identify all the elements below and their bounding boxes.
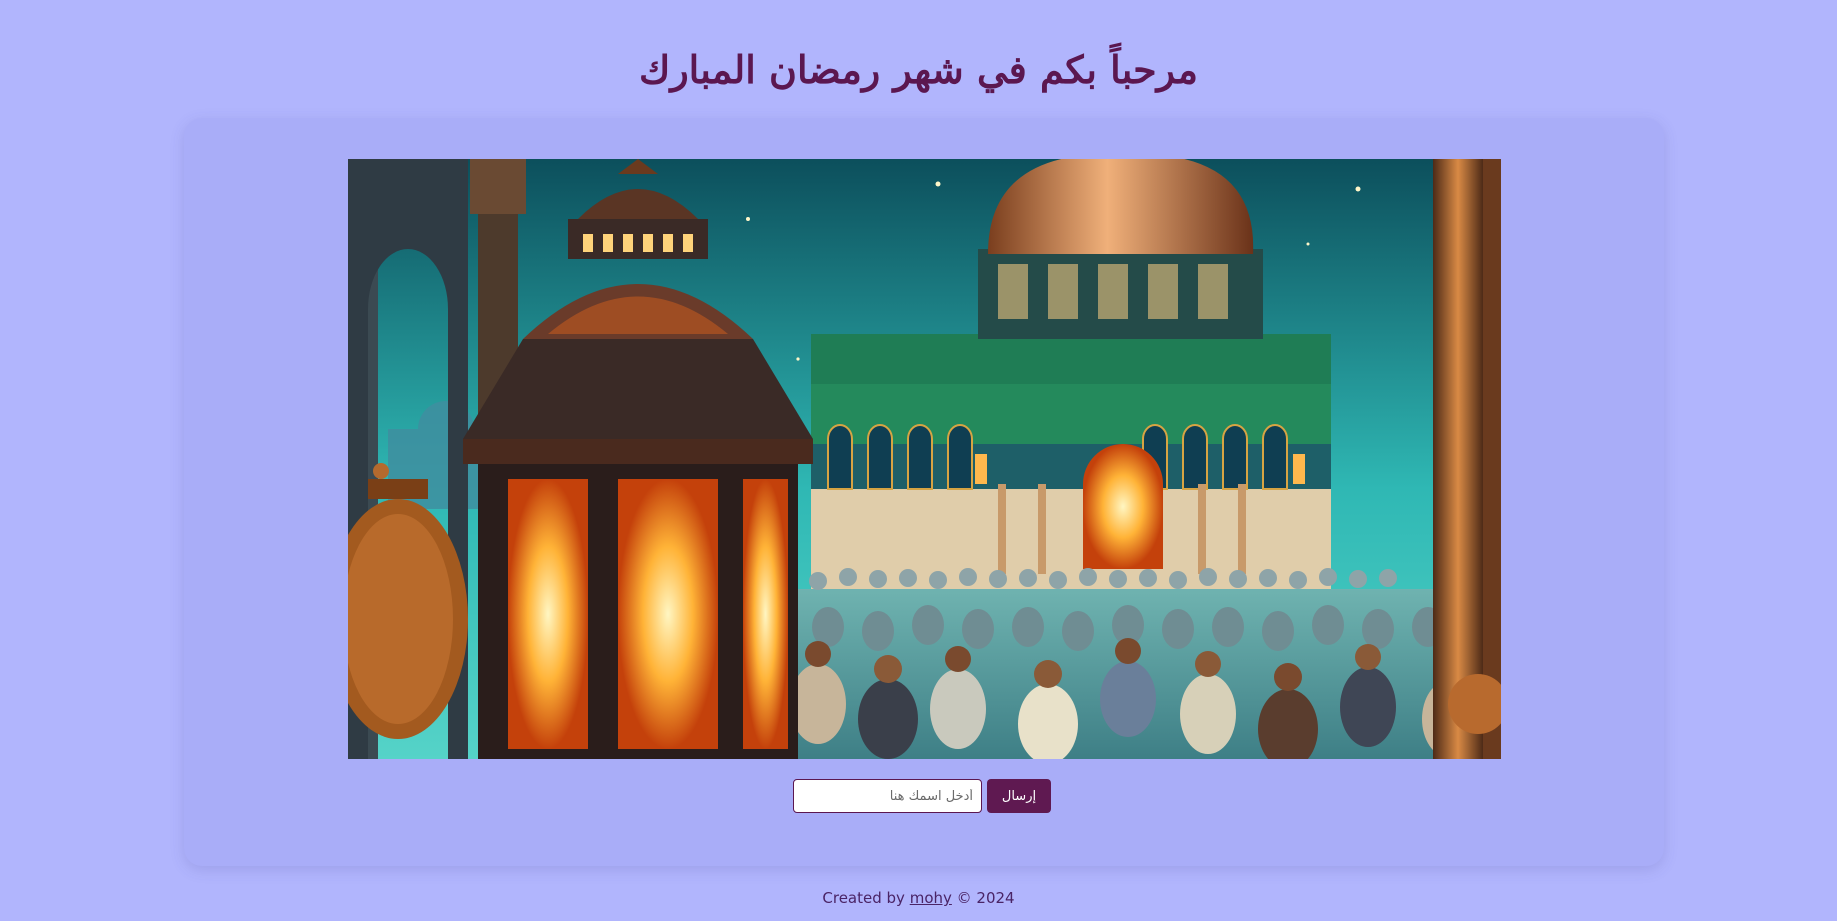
footer-copyright: © 2024 — [951, 889, 1015, 907]
ramadan-illustration — [348, 159, 1501, 759]
content-card: إرسال — [184, 118, 1664, 866]
footer-prefix: Created by — [822, 889, 910, 907]
page-title: مرحباً بكم في شهر رمضان المبارك — [639, 47, 1198, 92]
name-input[interactable] — [793, 779, 982, 813]
author-link[interactable]: mohy — [910, 889, 952, 907]
name-form: إرسال — [793, 779, 1051, 815]
send-button[interactable]: إرسال — [987, 779, 1051, 813]
footer: Created by mohy © 2024 — [0, 887, 1837, 909]
